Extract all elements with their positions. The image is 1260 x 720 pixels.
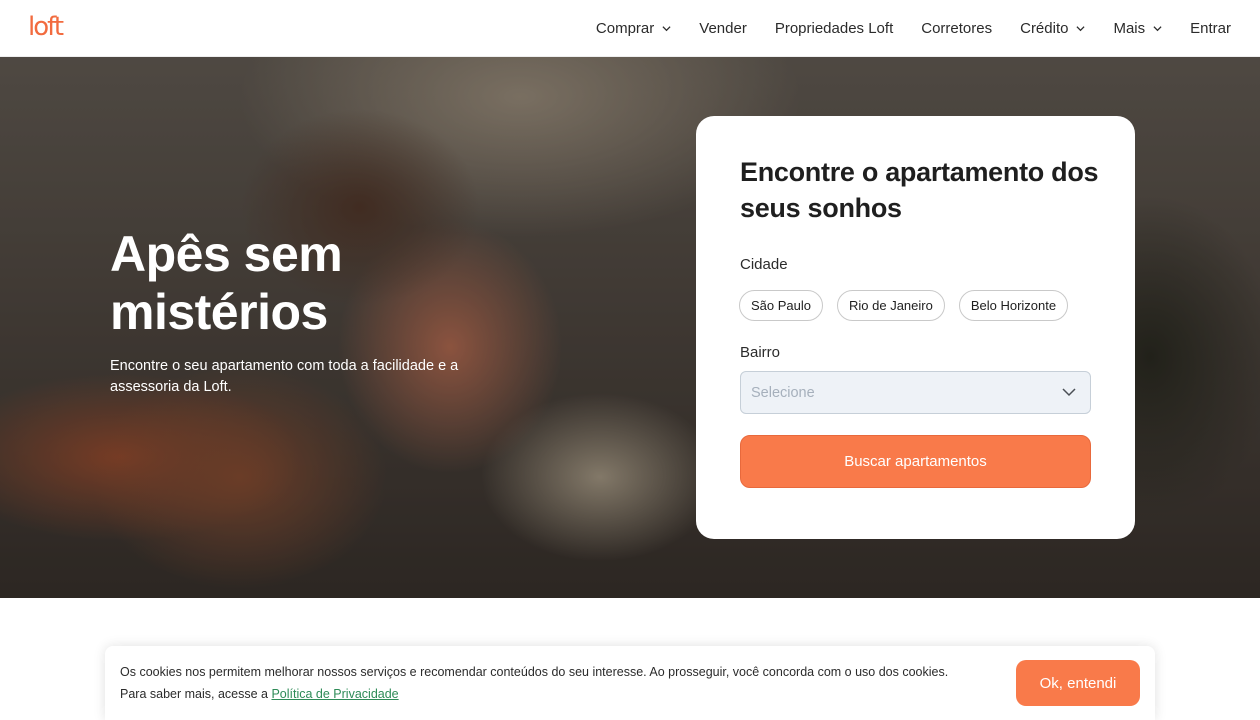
chevron-down-icon bbox=[1062, 388, 1076, 397]
nav-item-corretores[interactable]: Corretores bbox=[921, 20, 992, 37]
nav-label: Comprar bbox=[595, 20, 655, 37]
nav-label: Mais bbox=[1113, 20, 1146, 37]
hero-subtitle: Encontre o seu apartamento com toda a fa… bbox=[110, 358, 459, 395]
neighborhood-label: Bairro bbox=[740, 344, 781, 361]
search-card-title: Encontre o apartamento dos seus sonhos bbox=[740, 157, 1099, 223]
city-chip-belo-horizonte[interactable]: Belo Horizonte bbox=[958, 290, 1069, 321]
city-label: Cidade bbox=[740, 256, 788, 273]
nav-item-comprar[interactable]: Comprar bbox=[596, 20, 671, 37]
neighborhood-placeholder: Selecione bbox=[751, 384, 815, 401]
cookie-text: Os cookies nos permitem melhorar nossos … bbox=[120, 661, 970, 705]
cookie-message: Os cookies nos permitem melhorar nossos … bbox=[120, 665, 949, 701]
cookie-accept-button[interactable]: Ok, entendi bbox=[1016, 660, 1140, 706]
nav-label: Crédito bbox=[1020, 20, 1069, 37]
chevron-down-icon bbox=[1153, 26, 1162, 32]
nav-item-entrar[interactable]: Entrar bbox=[1190, 20, 1231, 37]
city-chips: São Paulo Rio de Janeiro Belo Horizonte bbox=[739, 290, 1069, 321]
nav-item-credito[interactable]: Crédito bbox=[1020, 20, 1086, 37]
logo-text: loft bbox=[28, 12, 64, 42]
main-nav: Comprar Vender Propriedades Loft Correto… bbox=[568, 0, 1231, 57]
neighborhood-select[interactable]: Selecione bbox=[740, 371, 1091, 414]
search-apartments-button[interactable]: Buscar apartamentos bbox=[740, 435, 1091, 488]
privacy-policy-link[interactable]: Política de Privacidade bbox=[271, 687, 398, 701]
nav-item-vender[interactable]: Vender bbox=[699, 20, 747, 37]
city-chip-rio-de-janeiro[interactable]: Rio de Janeiro bbox=[837, 290, 945, 321]
city-chip-sao-paulo[interactable]: São Paulo bbox=[739, 290, 823, 321]
chevron-down-icon bbox=[1076, 26, 1086, 32]
site-header: loft Comprar Vender Propriedades Loft Co… bbox=[0, 0, 1260, 57]
nav-label: Entrar bbox=[1190, 20, 1231, 37]
hero-title: Apês sem mistérios bbox=[110, 226, 343, 340]
nav-item-propriedades-loft[interactable]: Propriedades Loft bbox=[775, 20, 893, 37]
loft-logo[interactable]: loft bbox=[28, 12, 64, 46]
nav-label: Corretores bbox=[921, 20, 993, 37]
search-card: Encontre o apartamento dos seus sonhos C… bbox=[696, 116, 1135, 539]
chevron-down-icon bbox=[662, 26, 671, 32]
nav-label: Vender bbox=[699, 20, 747, 37]
nav-label: Propriedades Loft bbox=[774, 20, 894, 37]
cookie-banner: Os cookies nos permitem melhorar nossos … bbox=[105, 646, 1155, 720]
nav-item-mais[interactable]: Mais bbox=[1113, 20, 1162, 37]
